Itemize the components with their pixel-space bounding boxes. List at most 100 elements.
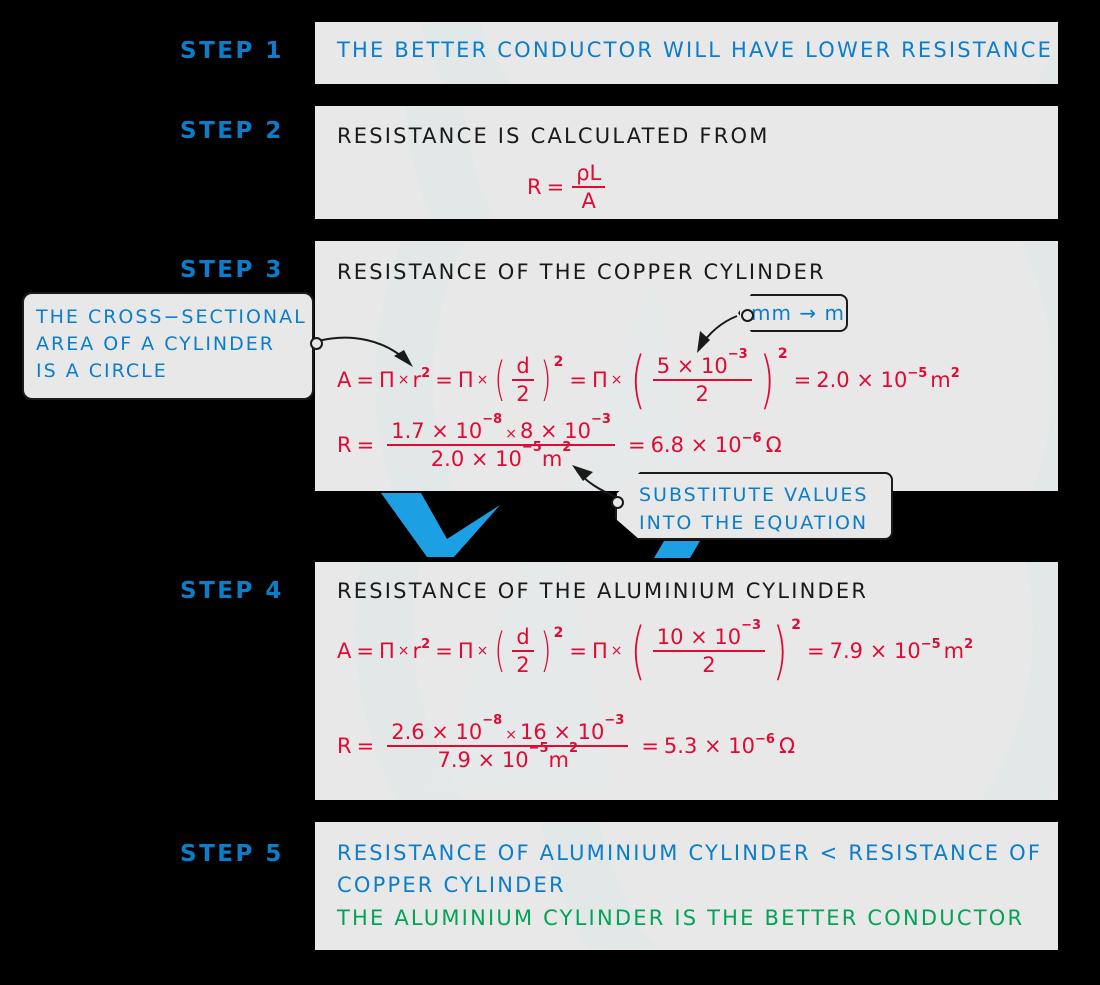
step-5-conclusion-line-1: RESISTANCE OF ALUMINIUM CYLINDER < RESIS… [337,841,1043,865]
ohm-unit: Ω [765,432,782,457]
resistance-result-mantissa: 6.8 × 10 [650,432,742,457]
right-paren: ) [540,623,552,678]
diameter-value-group: ( 10 × 10−3 2 ) 2 [626,618,803,681]
step-3-resistance-equation: R = 1.7 × 10−8× 8 × 10−3 2.0 × 10−5m2 = 6… [337,412,782,472]
callout-anchor-dot-substitute [611,496,624,509]
area-result-exponent: −5 [920,636,941,652]
step-1-label: STEP 1 [180,38,284,64]
numerator-exponent: −3 [727,347,748,362]
callout-anchor-dot-cross-section [310,337,323,350]
radius-exponent: 2 [421,636,431,652]
fraction-denominator: 2 [516,653,530,678]
equals-sign: = [356,432,375,457]
fraction-denominator: 2 [695,382,709,407]
callout-line-3: IS A CIRCLE [36,359,168,382]
radius-base: r [412,367,422,392]
denominator-exponent: −5 [521,440,542,456]
fraction-numerator: 2.6 × 10−8× 16 × 10−3 [387,713,628,745]
radius-base: r [412,638,422,663]
equals-sign: = [627,432,646,457]
pi-symbol: Π [457,638,474,663]
fraction-numerator: 5 × 10−3 [653,347,752,379]
left-paren: ( [630,342,646,416]
denominator-unit-exponent: 2 [568,741,579,757]
denominator-exponent: −5 [528,741,549,757]
d-over-2-fraction: d 2 [512,354,534,407]
d-over-2-group: ( d 2 ) 2 [491,354,564,406]
resistance-fraction: 1.7 × 10−8× 8 × 10−3 2.0 × 10−5m2 [387,412,615,472]
step-1-statement: THE BETTER CONDUCTOR WILL HAVE LOWER RES… [337,38,1054,62]
area-result-mantissa: 2.0 × 10 [816,367,908,392]
worked-solution-canvas: STEP 1 THE BETTER CONDUCTOR WILL HAVE LO… [0,0,1100,985]
fraction-denominator: A [581,189,596,214]
equals-sign: = [356,733,375,758]
denominator-mantissa: 2.0 × 10 [430,447,522,472]
step-4-area-equation: A = Π × r2 = Π × ( d 2 ) 2 = Π × (10 × … [337,618,974,681]
group-exponent: 2 [791,617,802,634]
radius-exponent: 2 [421,365,431,381]
area-symbol: A [337,638,352,663]
numerator-mantissa: 10 × 10 [656,625,742,649]
fraction-numerator: 10 × 10−3 [653,618,765,650]
pi-symbol: Π [378,367,395,392]
fraction-numerator: ρL [576,161,602,185]
callout-line-2: AREA OF A CYLINDER [36,332,275,355]
blue-tail-accent [654,541,700,558]
times-sign: × [476,372,489,389]
step-5-panel: RESISTANCE OF ALUMINIUM CYLINDER < RESIS… [315,822,1058,950]
equals-sign: = [435,367,453,392]
step-1-panel: THE BETTER CONDUCTOR WILL HAVE LOWER RES… [315,22,1058,84]
pi-symbol: Π [591,638,608,663]
equals-sign: = [569,638,587,663]
area-symbol: A [337,367,352,392]
unit-conversion-text: mm → m [751,301,845,325]
right-paren: ) [759,342,775,416]
equals-sign: = [435,638,453,663]
step-4-panel: RESISTANCE OF THE ALUMINIUM CYLINDER A =… [315,562,1058,800]
numerator-term-1: 1.7 × 10 [391,419,483,443]
group-exponent: 2 [553,625,564,642]
equals-sign: = [793,367,812,392]
callout-unit-conversion[interactable]: mm → m [738,294,848,332]
fraction-denominator: 7.9 × 10−5m2 [433,741,582,773]
times-sign: × [476,643,489,660]
step-4-resistance-equation: R = 2.6 × 10−8× 16 × 10−3 7.9 × 10−5m2 = … [337,713,796,773]
diameter-fraction: 5 × 10−3 2 [652,347,752,407]
times-sign: × [610,643,623,660]
resistance-fraction: 2.6 × 10−8× 16 × 10−3 7.9 × 10−5m2 [387,713,629,773]
fraction-numerator: d [516,354,530,378]
step-3-label: STEP 3 [180,257,284,283]
formula-lhs: R [527,174,542,199]
resistance-result-mantissa: 5.3 × 10 [663,733,755,758]
denominator-unit: m [541,447,563,472]
times-sign: × [397,643,410,660]
resistivity-formula: R = ρL A [527,161,608,213]
callout-cross-sectional-area[interactable]: THE CROSS−SECTIONAL AREA OF A CYLINDER I… [22,292,314,400]
callout-substitute-values[interactable]: SUBSTITUTE VALUES INTO THE EQUATION [615,472,893,540]
step-5-conclusion-line-2: COPPER CYLINDER [337,873,566,897]
numerator-term-2-exponent: −3 [591,412,611,427]
left-paren: ( [494,623,506,678]
watermark-arc [405,106,1058,219]
denominator-mantissa: 7.9 × 10 [437,748,529,773]
equals-sign: = [546,174,565,199]
numerator-term-1-exponent: −8 [482,713,503,728]
resistance-result-exponent: −6 [755,731,775,747]
fraction-denominator: 2 [516,382,530,407]
right-paren: ) [540,352,552,407]
step-3-panel: RESISTANCE OF THE COPPER CYLINDER A = Π … [315,241,1058,491]
group-exponent: 2 [553,354,564,371]
pi-symbol: Π [457,367,474,392]
step-5-conclusion-line-3: THE ALUMINIUM CYLINDER IS THE BETTER CON… [337,906,1025,930]
equals-sign: = [807,638,825,663]
numerator-mantissa: 5 × 10 [656,354,728,378]
area-unit: m [930,367,951,392]
area-unit-exponent: 2 [964,636,974,652]
step-5-label: STEP 5 [180,841,284,867]
diameter-value-group: ( 5 × 10−3 2 ) 2 [626,342,789,416]
numerator-term-2-exponent: −3 [604,713,625,728]
ohm-unit: Ω [778,733,796,758]
step-2-panel: RESISTANCE IS CALCULATED FROM R = ρL A [315,106,1058,219]
equals-sign: = [356,638,374,663]
d-over-2-group: ( d 2 ) 2 [491,625,564,677]
